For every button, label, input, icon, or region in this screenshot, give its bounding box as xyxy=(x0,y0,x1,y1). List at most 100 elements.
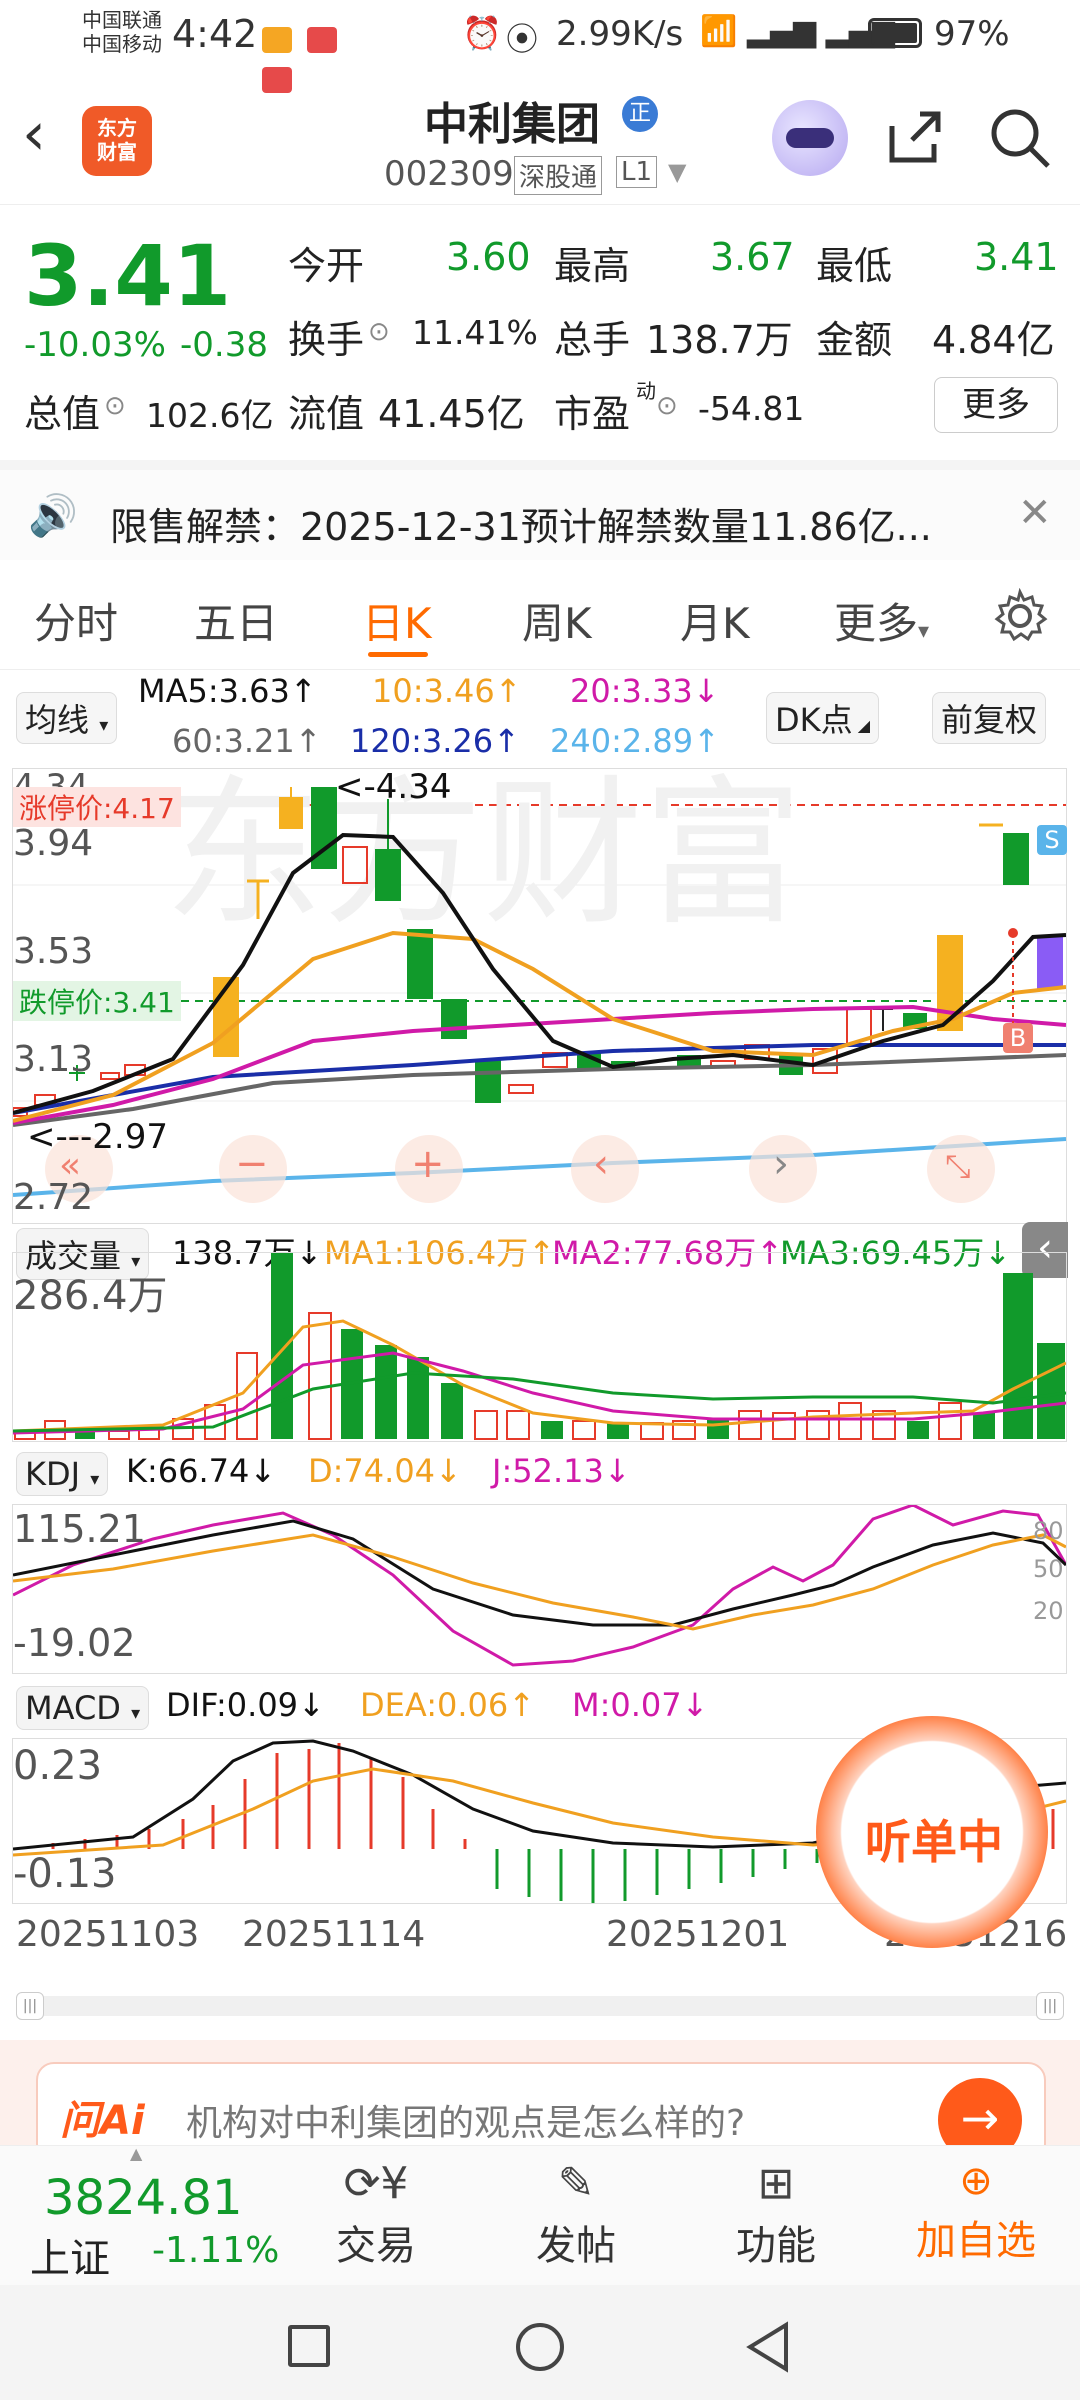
chevron-down-icon[interactable]: ▼ xyxy=(668,158,686,186)
listening-button[interactable]: 听单中 xyxy=(816,1716,1048,1948)
post-button[interactable]: ✎ 发帖 xyxy=(486,2146,666,2271)
turnover-value: 11.41% xyxy=(412,313,538,352)
pe-label: 市盈 xyxy=(554,392,631,436)
ai-brand: 问Ai xyxy=(60,2098,145,2144)
low-label: 最低 xyxy=(816,244,893,288)
kdj-selector[interactable]: KDJ ▾ xyxy=(16,1452,109,1496)
kline-y-1: 3.94 xyxy=(13,823,94,864)
scroll-handle-left[interactable]: ||| xyxy=(16,1992,44,2020)
buy-badge[interactable]: B xyxy=(1003,1023,1033,1053)
low-value: 3.41 xyxy=(974,235,1059,279)
battery-icon xyxy=(868,18,922,48)
battery-percent: 97% xyxy=(934,14,1010,54)
unlock-notice[interactable]: 🔊 限售解禁：2025-12-31预计解禁数量11.86亿... ✕ xyxy=(0,460,1080,560)
zoom-out-icon[interactable]: − xyxy=(235,1141,269,1187)
info-icon[interactable]: ⊙ xyxy=(368,317,390,347)
scroll-left-icon[interactable]: ‹ xyxy=(593,1141,609,1187)
net-speed: 2.99K/s xyxy=(556,14,684,54)
date-label-1: 20251103 xyxy=(16,1914,200,1955)
legend-ma240: 240:2.89↑ xyxy=(550,722,720,760)
tab-five-day[interactable]: 五日 xyxy=(194,590,278,651)
zoom-in-icon[interactable]: + xyxy=(411,1141,445,1187)
home-icon[interactable] xyxy=(516,2323,564,2371)
adjust-button[interactable]: 前复权 xyxy=(932,692,1047,744)
limit-down-label: 跌停价:3.41 xyxy=(13,981,181,1021)
search-icon[interactable] xyxy=(988,106,1052,170)
features-button[interactable]: ⊞ 功能 xyxy=(686,2146,866,2271)
kline-chart[interactable]: 东方财富 3.94 3.53 3.13 2.72 涨停价:4.17 跌停价:3.… xyxy=(12,764,1067,1224)
quote-panel: 3.41 -10.03% -0.38 今开 3.60 最高 3.67 最低 3.… xyxy=(0,205,1080,460)
kdj-k: K:66.74↓ xyxy=(126,1452,277,1490)
pe-superscript: 动 xyxy=(636,379,656,403)
last-price: 3.41 xyxy=(24,227,232,325)
back-icon[interactable]: ‹ xyxy=(22,104,46,164)
listening-label: 听单中 xyxy=(865,1815,1003,1869)
app-logo[interactable]: 东方财富 xyxy=(82,106,152,176)
more-button[interactable]: 更多 xyxy=(934,377,1058,433)
clock: 4:42 xyxy=(172,12,258,56)
stock-code: 002309 xyxy=(384,154,514,194)
tab-intraday[interactable]: 分时 xyxy=(34,590,118,651)
logo-text: 东方财富 xyxy=(97,116,137,164)
legend-ma5: MA5:3.63↑ xyxy=(138,672,317,710)
kdj-j: J:52.13↓ xyxy=(492,1452,631,1490)
speaker-icon: 🔊 xyxy=(28,493,78,539)
add-watchlist-button[interactable]: ⊕ 加自选 xyxy=(886,2146,1066,2266)
ai-strip: 问Ai 机构对中利集团的观点是怎么样的? → xyxy=(0,2040,1080,2162)
tab-daily-k[interactable]: 日K xyxy=(362,590,432,651)
macd-selector-label: MACD xyxy=(25,1689,121,1727)
tab-more[interactable]: 更多▾ xyxy=(834,590,929,651)
mktcap-label: 总值 xyxy=(24,392,101,436)
dk-point-button[interactable]: DK点 ◢ xyxy=(766,692,880,744)
index-change: -1.11% xyxy=(152,2230,280,2271)
index-indicator-icon: ▲ xyxy=(130,2144,143,2163)
kdj-level-80: 80 xyxy=(1033,1517,1064,1545)
tab-weekly-k[interactable]: 周K xyxy=(522,590,592,651)
info-icon[interactable]: ⊙ xyxy=(104,391,126,421)
kdj-chart[interactable]: 115.21 -19.02 80 50 20 xyxy=(12,1503,1068,1674)
legend-ma10: 10:3.46↑ xyxy=(372,672,522,710)
index-name[interactable]: 上证 xyxy=(30,2226,110,2284)
system-navigation xyxy=(0,2285,1080,2400)
plus-circle-icon: ⊕ xyxy=(959,2158,993,2204)
open-value: 3.60 xyxy=(446,235,531,279)
kline-y-2: 3.53 xyxy=(13,931,94,972)
vol-ma1-line xyxy=(12,1319,1067,1433)
notice-text: 限售解禁：2025-12-31预计解禁数量11.86亿... xyxy=(110,505,932,549)
high-label: 最高 xyxy=(554,244,631,288)
date-label-3: 20251201 xyxy=(606,1914,790,1955)
tab-monthly-k[interactable]: 月K xyxy=(680,590,750,651)
volume-bars xyxy=(14,1253,1065,1440)
kline-y-bottom: 2.72 xyxy=(13,1177,94,1218)
float-value: 41.45亿 xyxy=(378,392,525,436)
volume-value: 138.7万 xyxy=(646,318,793,362)
scroll-handle-right[interactable]: ||| xyxy=(1036,1992,1064,2020)
time-range-scrollbar[interactable]: ||| ||| xyxy=(16,1992,1064,2020)
stock-name: 中利集团 xyxy=(424,99,600,150)
verified-badge-icon: 正 xyxy=(622,96,658,132)
notification-icons xyxy=(262,22,372,93)
trade-button[interactable]: ⟳¥ 交易 xyxy=(286,2146,466,2271)
ai-robot-avatar-icon[interactable] xyxy=(772,100,848,176)
close-icon[interactable]: ✕ xyxy=(1018,490,1052,536)
ma-selector[interactable]: 均线 ▾ xyxy=(16,692,118,744)
fullscreen-icon[interactable]: ⤡ xyxy=(945,1147,971,1186)
share-icon[interactable] xyxy=(884,106,946,168)
settings-gear-icon[interactable] xyxy=(992,588,1048,644)
volume-chart[interactable]: 286.4万 xyxy=(12,1252,1067,1442)
features-label: 功能 xyxy=(736,2223,816,2269)
sell-badge[interactable]: S xyxy=(1037,825,1067,855)
macd-selector[interactable]: MACD ▾ xyxy=(16,1686,150,1730)
info-icon[interactable]: ⊙ xyxy=(656,391,678,421)
kdj-k-line xyxy=(12,1519,1068,1627)
kdj-level-20: 20 xyxy=(1033,1597,1064,1625)
yuan-exchange-icon: ⟳¥ xyxy=(343,2158,409,2209)
kdj-y-top: 115.21 xyxy=(13,1507,146,1551)
scroll-right-icon[interactable]: › xyxy=(773,1141,789,1187)
tab-more-label: 更多 xyxy=(834,599,919,648)
recents-icon[interactable] xyxy=(288,2325,330,2367)
back-nav-icon[interactable] xyxy=(744,2321,792,2373)
index-value[interactable]: 3824.81 xyxy=(44,2170,243,2226)
scroll-left-fast-icon[interactable]: « xyxy=(59,1145,81,1186)
limit-up-label: 涨停价:4.17 xyxy=(13,787,181,827)
